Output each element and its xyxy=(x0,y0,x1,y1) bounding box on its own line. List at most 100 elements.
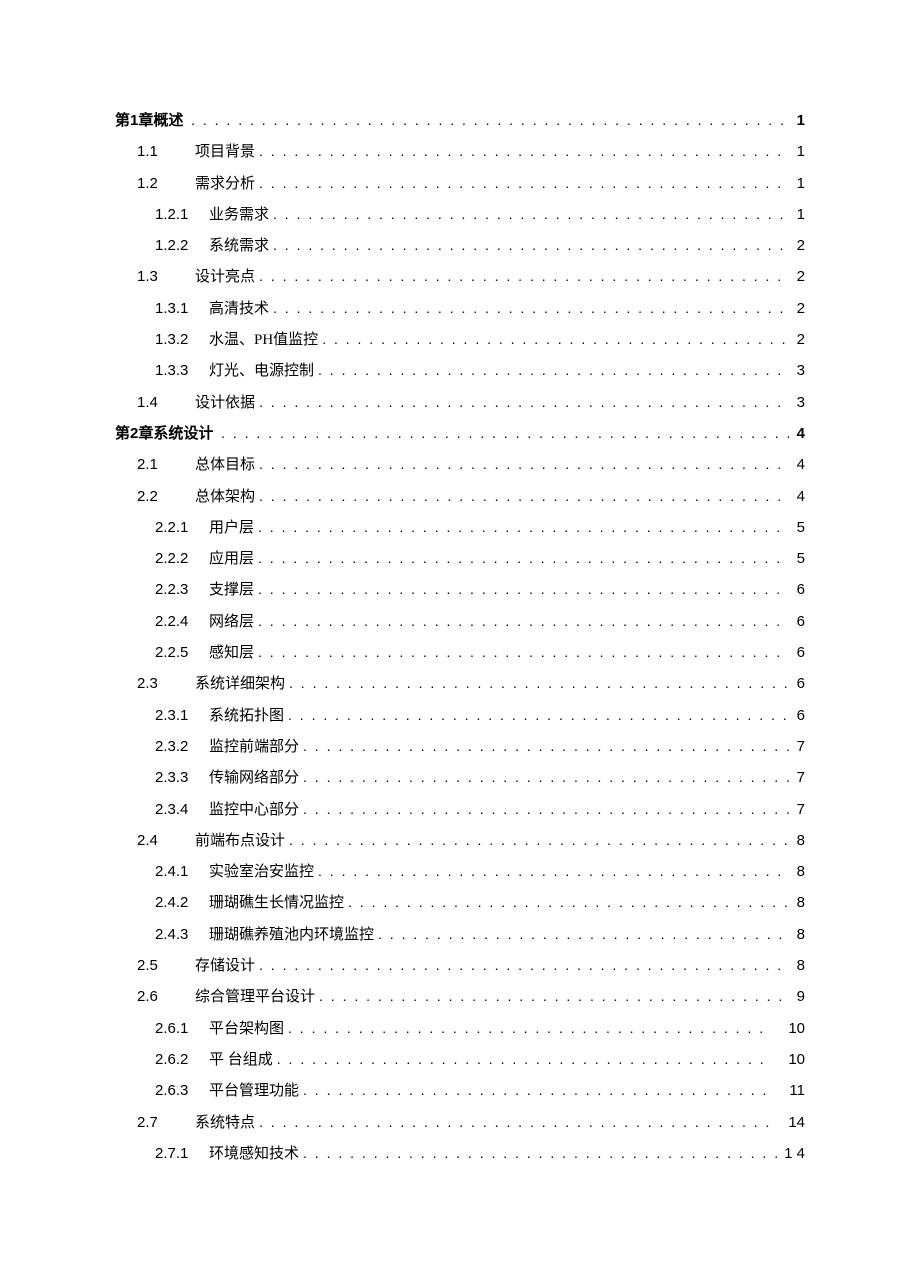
toc-title: 感知层 xyxy=(209,646,254,661)
toc-entry[interactable]: 2.7.1环境感知技术1 4 xyxy=(115,1146,805,1162)
toc-title: 存储设计 xyxy=(195,959,255,974)
toc-entry[interactable]: 1.3.3灯光、电源控制3 xyxy=(115,363,805,379)
toc-entry[interactable]: 1.2需求分析1 xyxy=(115,176,805,192)
toc-number: 2.2.1 xyxy=(155,520,209,535)
toc-entry[interactable]: 1.4设计依据3 xyxy=(115,395,805,411)
toc-entry[interactable]: 1.3.1高清技术2 xyxy=(115,301,805,317)
toc-title: 系统详细架构 xyxy=(195,677,285,692)
toc-title: 灯光、电源控制 xyxy=(209,364,314,379)
toc-title: 应用层 xyxy=(209,552,254,567)
toc-entry[interactable]: 2.6综合管理平台设计9 xyxy=(115,989,805,1005)
toc-page-number: 10 xyxy=(771,1052,805,1067)
toc-number: 1.3.1 xyxy=(155,301,209,316)
toc-entry[interactable]: 1.1项目背景1 xyxy=(115,144,805,160)
toc-entry[interactable]: 2.6.2平 台组成 10 xyxy=(115,1052,805,1068)
toc-number: 2.7.1 xyxy=(155,1146,209,1161)
toc-page-number: 7 xyxy=(789,770,805,785)
toc-leader xyxy=(254,582,789,596)
toc-entry[interactable]: 2.3.3传输网络部分7 xyxy=(115,770,805,786)
toc-leader xyxy=(285,676,789,690)
toc-list: 第1章概述 1 1.1项目背景1 1.2需求分析1 1.2.1业务需求1 1.2.2系统… xyxy=(115,113,805,1162)
toc-leader xyxy=(255,958,789,972)
toc-chapter-title: 第1章概述 xyxy=(115,113,183,128)
toc-leader xyxy=(314,864,789,878)
toc-entry[interactable]: 2.2.3支撑层6 xyxy=(115,582,805,598)
toc-entry[interactable]: 2.2.1用户层5 xyxy=(115,520,805,536)
toc-leader xyxy=(269,238,789,252)
toc-leader xyxy=(187,113,789,127)
toc-title: 综合管理平台设计 xyxy=(195,990,315,1005)
toc-entry[interactable]: 1.3设计亮点2 xyxy=(115,269,805,285)
toc-leader xyxy=(299,802,789,816)
toc-entry[interactable]: 2.2.2应用层 5 xyxy=(115,551,805,567)
toc-entry[interactable]: 2.5存储设计8 xyxy=(115,958,805,974)
toc-entry[interactable]: 2.3系统详细架构 6 xyxy=(115,676,805,692)
toc-page-number: 3 xyxy=(789,395,805,410)
toc-page-number: 6 xyxy=(789,582,805,597)
toc-page-number: 2 xyxy=(789,301,805,316)
toc-leader xyxy=(374,927,789,941)
toc-number: 2.5 xyxy=(137,958,195,973)
toc-entry[interactable]: 2.3.1系统拓扑图6 xyxy=(115,708,805,724)
toc-leader xyxy=(255,457,789,471)
toc-page-number: 4 xyxy=(789,457,805,472)
toc-entry[interactable]: 2.4.1实验室治安监控8 xyxy=(115,864,805,880)
toc-title: 监控前端部分 xyxy=(209,740,299,755)
toc-leader xyxy=(217,426,789,440)
toc-number: 2.4.1 xyxy=(155,864,209,879)
toc-entry[interactable]: 2.4.3珊瑚礁养殖池内环境监控8 xyxy=(115,927,805,943)
toc-number: 2.1 xyxy=(137,457,195,472)
toc-leader xyxy=(255,269,789,283)
toc-leader xyxy=(255,1115,771,1129)
toc-page-number: 8 xyxy=(789,927,805,942)
toc-leader xyxy=(255,176,789,190)
toc-leader xyxy=(254,520,789,534)
toc-title: 平台管理功能 xyxy=(209,1084,299,1099)
toc-number: 2.2.2 xyxy=(155,551,209,566)
toc-page-number: 6 xyxy=(789,614,805,629)
toc-entry[interactable]: 第2章系统设计 4 xyxy=(115,426,805,442)
toc-number: 2.3 xyxy=(137,676,195,691)
toc-title: 支撑层 xyxy=(209,583,254,598)
toc-entry[interactable]: 2.4前端布点设计8 xyxy=(115,833,805,849)
toc-entry[interactable]: 2.2.4网络层6 xyxy=(115,614,805,630)
toc-title: 平 台组成 xyxy=(209,1053,273,1068)
toc-entry[interactable]: 2.2总体架构4 xyxy=(115,489,805,505)
toc-page-number: 2 xyxy=(789,269,805,284)
toc-entry[interactable]: 2.4.2珊瑚礁生长情况监控8 xyxy=(115,895,805,911)
toc-chapter-title: 第2章系统设计 xyxy=(115,426,213,441)
toc-page-number: 2 xyxy=(789,332,805,347)
toc-entry[interactable]: 2.1总体目标4 xyxy=(115,457,805,473)
toc-title: 监控中心部分 xyxy=(209,803,299,818)
toc-title: 水温、PH值监控 xyxy=(209,333,318,348)
toc-entry[interactable]: 1.2.2系统需求2 xyxy=(115,238,805,254)
toc-page-number: 11 xyxy=(771,1083,805,1098)
toc-title: 网络层 xyxy=(209,615,254,630)
toc-number: 1.3 xyxy=(137,269,195,284)
toc-entry[interactable]: 2.3.2监控前端部分7 xyxy=(115,739,805,755)
toc-entry[interactable]: 第1章概述 1 xyxy=(115,113,805,129)
toc-page-number: 6 xyxy=(789,676,805,691)
toc-title: 环境感知技术 xyxy=(209,1147,299,1162)
toc-title: 前端布点设计 xyxy=(195,834,285,849)
toc-page-number: 7 xyxy=(789,802,805,817)
toc-leader xyxy=(255,395,789,409)
toc-leader xyxy=(269,207,789,221)
toc-page-number: 8 xyxy=(789,864,805,879)
toc-entry[interactable]: 1.2.1业务需求1 xyxy=(115,207,805,223)
toc-entry[interactable]: 2.6.3平台管理功能11 xyxy=(115,1083,805,1099)
toc-page: 第1章概述 1 1.1项目背景1 1.2需求分析1 1.2.1业务需求1 1.2.2系统… xyxy=(0,0,920,1276)
toc-number: 2.6.2 xyxy=(155,1052,209,1067)
toc-entry[interactable]: 1.3.2水温、PH值监控 2 xyxy=(115,332,805,348)
toc-leader xyxy=(284,1021,771,1035)
toc-number: 1.3.2 xyxy=(155,332,209,347)
toc-entry[interactable]: 2.7系统特点14 xyxy=(115,1115,805,1131)
toc-page-number: 5 xyxy=(789,551,805,566)
toc-entry[interactable]: 2.3.4监控中心部分7 xyxy=(115,802,805,818)
toc-entry[interactable]: 2.6.1平台架构图10 xyxy=(115,1021,805,1037)
toc-entry[interactable]: 2.2.5感知层6 xyxy=(115,645,805,661)
toc-page-number: 4 xyxy=(789,426,805,441)
toc-page-number: 1 xyxy=(789,113,805,128)
toc-number: 2.3.1 xyxy=(155,708,209,723)
toc-title: 珊瑚礁养殖池内环境监控 xyxy=(209,928,374,943)
